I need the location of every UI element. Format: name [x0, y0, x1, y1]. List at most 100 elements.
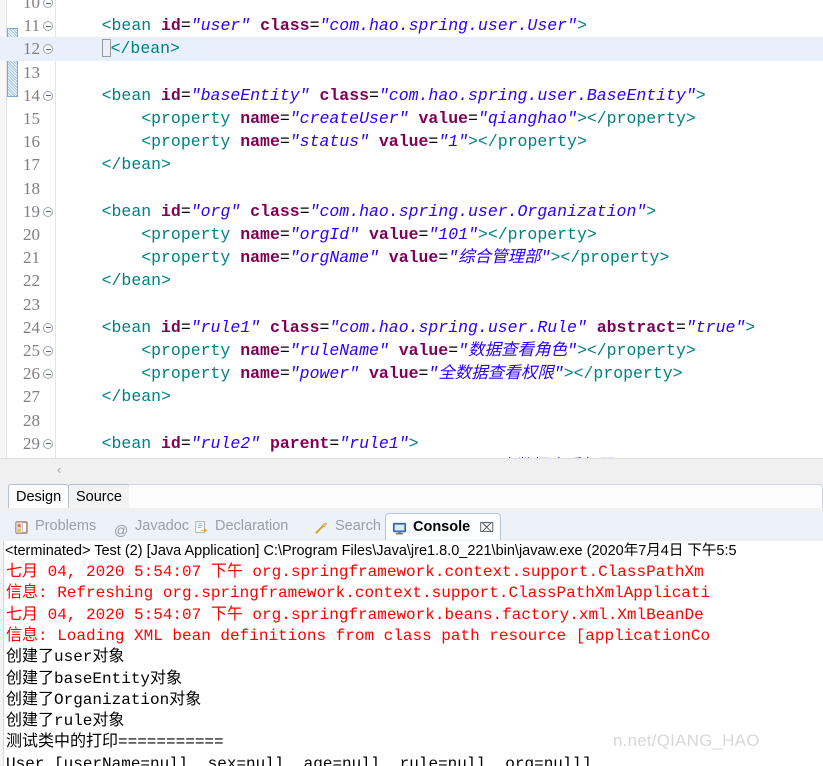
code-token-attr: id [161, 16, 181, 36]
code-line[interactable]: 10 [0, 0, 823, 14]
console-line: 创建了rule对象 [6, 712, 125, 731]
view-tab-problems[interactable]: Problems [8, 514, 102, 539]
view-tab-declaration[interactable]: Declaration [188, 514, 294, 539]
code-token-tag: </bean> [110, 39, 180, 59]
editor-horizontal-scrollbar[interactable]: ‹ [0, 458, 823, 481]
code-token-attr: id [161, 317, 181, 337]
code-line[interactable]: 17 </bean> [0, 153, 823, 176]
code-token-eq: = [279, 341, 290, 360]
code-token-val: "rule1" [339, 433, 409, 453]
code-token-tag: > [408, 433, 419, 453]
code-line[interactable]: 12 </bean> [0, 37, 823, 61]
line-number: 26 [23, 364, 40, 384]
code-token-val: "rule2" [190, 433, 261, 453]
code-token-tag: <bean [101, 201, 162, 221]
code-token-val: "com.hao.spring.user.Rule" [329, 317, 587, 337]
code-token-eq: = [468, 109, 478, 128]
scroll-left-arrow-icon[interactable]: ‹ [52, 462, 66, 478]
code-token-tag: > [576, 16, 587, 36]
view-tab-search[interactable]: Search [308, 514, 387, 539]
code-token-attr: class [260, 16, 310, 36]
code-token-tag: <property [141, 248, 241, 268]
view-tab-label: Declaration [215, 518, 289, 534]
code-line[interactable]: 23 [0, 293, 823, 316]
tab-design[interactable]: Design [8, 484, 70, 508]
code-line[interactable]: 21 <property name="orgName" value="综合管理部… [0, 246, 823, 269]
code-token-tag: ></property> [468, 132, 587, 152]
code-line[interactable]: 28 [0, 409, 823, 432]
code-token-eq: = [418, 225, 429, 244]
code-line[interactable]: 11 <bean id="user" class="com.hao.spring… [0, 14, 823, 37]
code-token-eq: = [180, 201, 191, 221]
console-line: User [userName=null, sex=null, age=null,… [6, 754, 592, 766]
view-tab-console[interactable]: Console ⌧ [385, 513, 502, 541]
code-line[interactable]: 14 <bean id="baseEntity" class="com.hao.… [0, 84, 823, 107]
close-icon[interactable]: ⌧ [479, 514, 494, 541]
code-line[interactable]: 19 <bean id="org" class="com.hao.spring.… [0, 200, 823, 223]
code-line[interactable]: 13 [0, 61, 823, 84]
code-token-attr: id [161, 433, 181, 453]
code-token-attr: name [240, 132, 280, 152]
code-token-val: "user" [190, 16, 251, 36]
code-line-text: </bean> [62, 153, 171, 176]
code-line[interactable]: 24 <bean id="rule1" class="com.hao.sprin… [0, 316, 823, 339]
fold-collapse-icon[interactable] [43, 44, 53, 55]
fold-collapse-icon[interactable] [43, 322, 53, 333]
code-token-eq: = [279, 248, 290, 268]
code-line[interactable]: 25 <property name="ruleName" value="数据查看… [0, 339, 823, 362]
bottom-view-tabbar[interactable]: Problems @ Javadoc Declaration Search Console… [0, 512, 823, 542]
code-line[interactable]: 27 </bean> [0, 385, 823, 408]
code-token-tag: ></property> [576, 109, 696, 128]
line-number: 21 [23, 248, 40, 268]
code-token-tag: <bean [101, 16, 162, 36]
fold-collapse-icon[interactable] [43, 369, 53, 380]
fold-collapse-icon[interactable] [43, 206, 53, 217]
fold-collapse-icon[interactable] [43, 438, 53, 449]
xml-source-editor[interactable]: 10 11 <bean id="user" class="com.hao.spri… [0, 0, 823, 481]
code-line-text: <property name="createUser" value="qiang… [62, 107, 696, 130]
code-token-val: "com.hao.spring.user.User" [319, 16, 577, 36]
code-line[interactable]: 29 <bean id="rule2" parent="rule1"> [0, 432, 823, 455]
code-token-eq: = [180, 317, 191, 337]
code-line[interactable]: 15 <property name="createUser" value="qi… [0, 107, 823, 130]
code-line[interactable]: 18 [0, 177, 823, 200]
code-line-text: <property name="ruleName" value="数据查看角色"… [62, 339, 696, 362]
code-token-eq: = [279, 132, 290, 152]
code-line-text: <bean id="user" class="com.hao.spring.us… [62, 14, 587, 37]
code-token-attr: name [240, 225, 280, 244]
code-token-attr: parent [269, 433, 330, 453]
code-token-eq: = [309, 16, 320, 36]
code-token-attr: name [240, 248, 280, 268]
code-token-tag: > [695, 85, 706, 105]
code-token-eq: = [180, 85, 191, 105]
fold-collapse-icon[interactable] [43, 0, 53, 8]
code-line[interactable]: 26 <property name="power" value="全数据查看权限… [0, 362, 823, 385]
fold-collapse-icon[interactable] [43, 21, 53, 32]
fold-collapse-icon[interactable] [43, 346, 53, 356]
code-token-attr: value [398, 341, 449, 360]
code-token-attr: name [240, 364, 280, 384]
scrollbar-track[interactable] [66, 460, 823, 480]
console-line: 信息: Loading XML bean definitions from cl… [6, 626, 711, 645]
code-token-val: "power" [289, 364, 360, 384]
line-number: 15 [23, 109, 40, 128]
code-token-attr: value [368, 225, 419, 244]
editor-mode-tabbar[interactable]: Design Source [0, 481, 823, 513]
code-line[interactable]: 16 <property name="status" value="1"></p… [0, 130, 823, 153]
fold-collapse-icon[interactable] [43, 90, 53, 101]
code-token-val: "qianghao" [477, 109, 577, 128]
code-line[interactable]: 22 </bean> [0, 269, 823, 292]
view-tab-javadoc[interactable]: @ Javadoc [108, 514, 195, 539]
code-line-text: <bean id="org" class="com.hao.spring.use… [62, 200, 657, 223]
code-line[interactable]: 20 <property name="orgId" value="101"></… [0, 223, 823, 246]
code-token-attr: value [378, 132, 429, 152]
tab-source[interactable]: Source [68, 484, 130, 508]
line-number: 23 [23, 294, 40, 314]
code-token-tag: <bean [101, 85, 162, 105]
